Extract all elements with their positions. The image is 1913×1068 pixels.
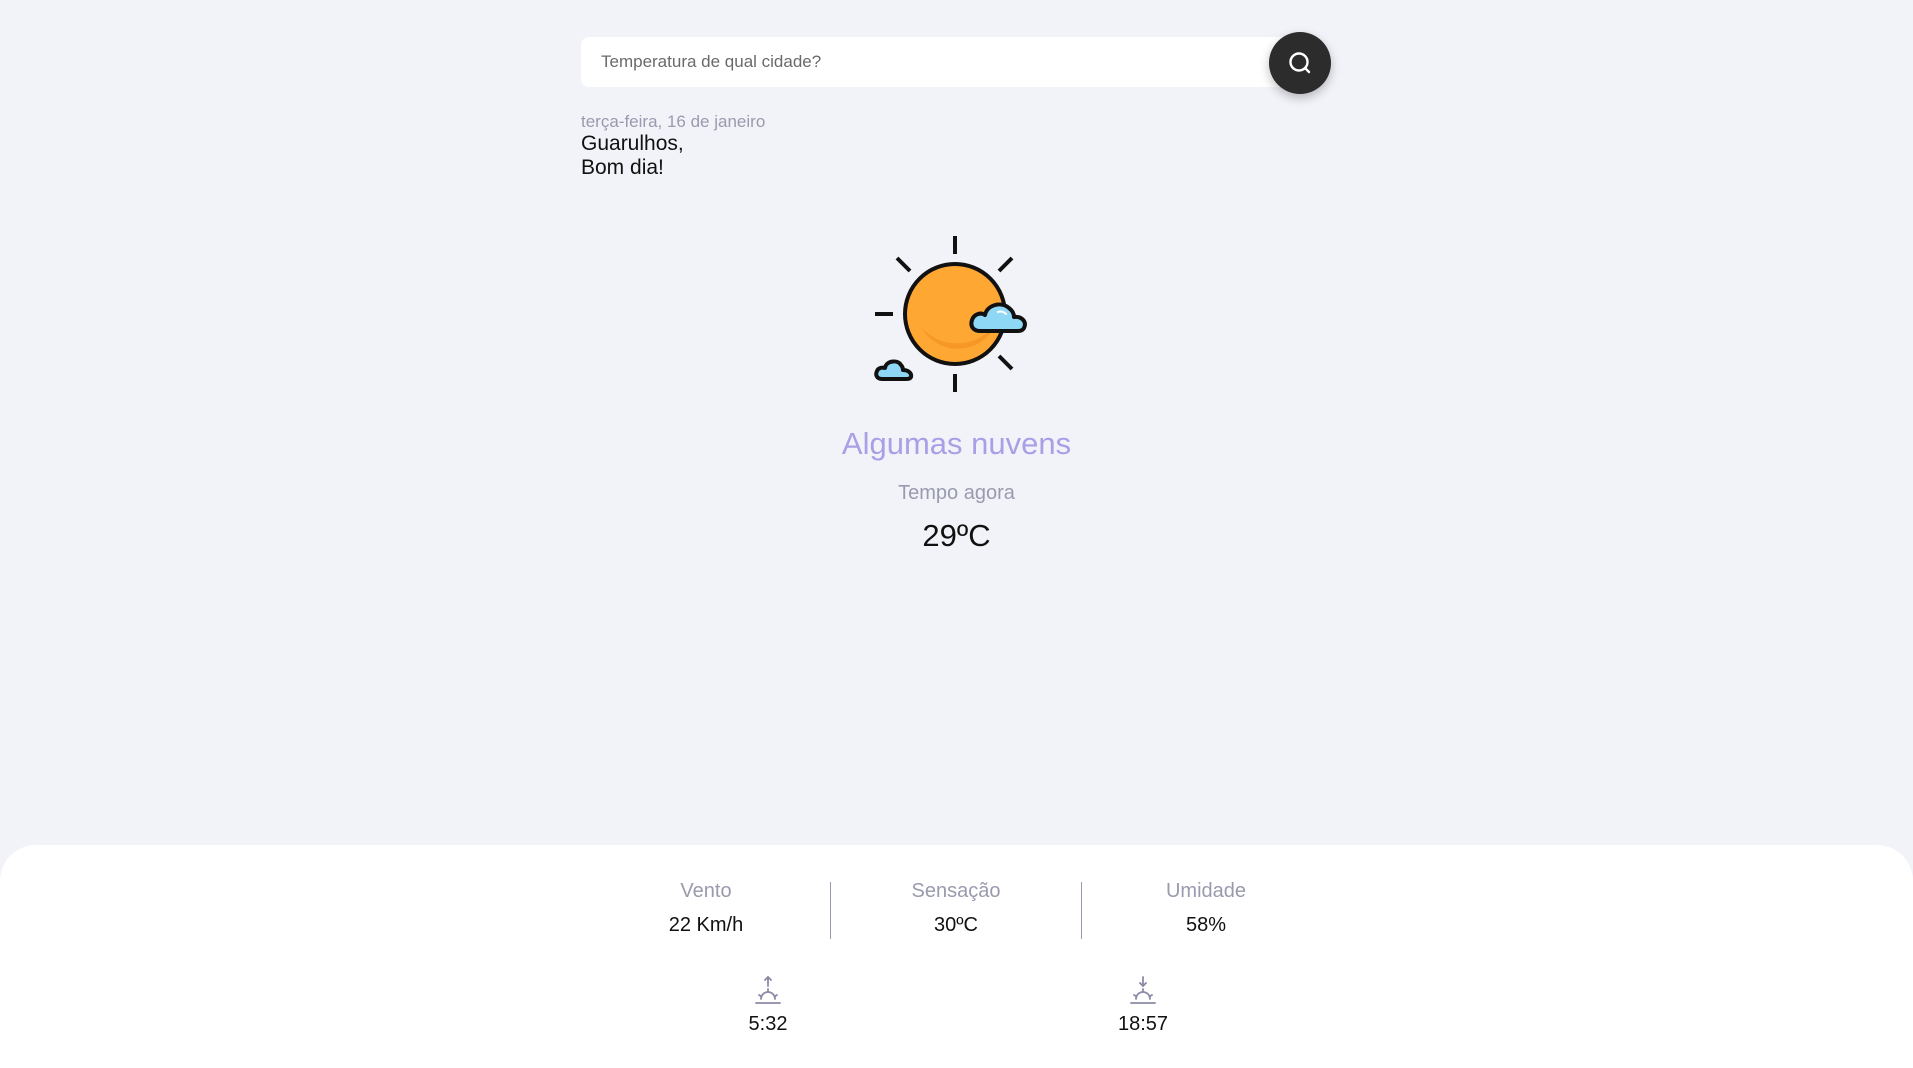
sunset-icon: [1130, 976, 1156, 1004]
city-name: Guarulhos,: [581, 132, 684, 155]
sunrise: 5:32: [708, 975, 828, 1036]
humidity-value: 58%: [1185, 914, 1227, 936]
greeting: Bom dia!: [581, 156, 664, 179]
feels-like-stat: Sensação 30ºC: [831, 880, 1081, 937]
search-icon: [1289, 52, 1311, 74]
sunset-time: 18:57: [1117, 1013, 1169, 1035]
wind-stat: Vento 22 Km/h: [581, 880, 831, 937]
feels-like-label: Sensação: [911, 880, 1001, 902]
current-weather-label: Tempo agora: [898, 482, 1015, 504]
weather-app: terça-feira, 16 de janeiro Guarulhos, Bo…: [0, 0, 1913, 1068]
details-panel: Vento 22 Km/h Sensação 30ºC Umidade 58%: [0, 845, 1913, 1068]
search-bar: [581, 32, 1331, 94]
current-temperature: 29ºC: [922, 518, 991, 553]
wind-label: Vento: [680, 880, 732, 902]
current-date: terça-feira, 16 de janeiro: [581, 112, 766, 131]
sunrise-time: 5:32: [748, 1013, 788, 1035]
wind-value: 22 Km/h: [668, 914, 744, 936]
search-input[interactable]: [581, 37, 1303, 87]
humidity-label: Umidade: [1165, 880, 1247, 902]
sun-with-clouds-icon: [874, 236, 1027, 392]
sunset: 18:57: [1083, 975, 1203, 1036]
search-button[interactable]: [1269, 32, 1331, 94]
weather-condition: Algumas nuvens: [841, 426, 1072, 461]
humidity-stat: Umidade 58%: [1081, 880, 1331, 937]
feels-like-value: 30ºC: [934, 914, 978, 936]
sunrise-icon: [755, 975, 781, 1004]
